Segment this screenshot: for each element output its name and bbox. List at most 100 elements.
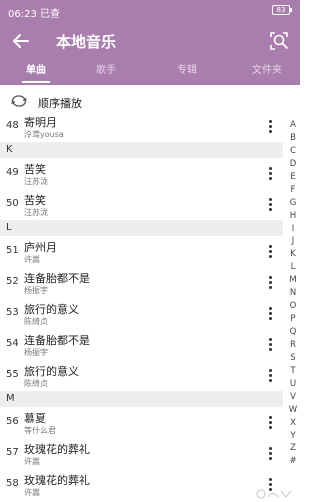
more-options-icon[interactable] xyxy=(267,306,273,322)
index-letter[interactable]: O xyxy=(286,300,300,313)
more-options-icon[interactable] xyxy=(267,337,273,353)
alphabet-index-bar[interactable]: A B C D E F G H I J K L M N O P Q R S T U V W X Y Z # xyxy=(286,119,300,502)
song-row[interactable]: 50 苦笑 汪苏泷 xyxy=(0,189,283,220)
tab-bar: 单曲 歌手 专辑 文件夹 xyxy=(0,60,300,85)
song-list[interactable]: 48 寄明月 泠鸢yousa K 49 苦笑 汪苏泷 50 苦笑 汪苏泷 L 51 庐州月 许嵩 52 连备胎… xyxy=(0,114,300,502)
index-letter[interactable]: T xyxy=(286,365,300,378)
index-letter[interactable]: W xyxy=(286,404,300,417)
section-header: M xyxy=(0,391,283,407)
track-number: 55 xyxy=(6,369,19,380)
more-options-icon[interactable] xyxy=(267,275,273,291)
tab-indicator xyxy=(22,81,50,83)
index-letter[interactable]: P xyxy=(286,313,300,326)
track-number: 58 xyxy=(6,478,19,489)
index-letter[interactable]: B xyxy=(286,132,300,145)
index-letter[interactable]: L xyxy=(286,261,300,274)
index-letter[interactable]: Z xyxy=(286,442,300,455)
repeat-icon xyxy=(11,95,27,107)
track-number: 48 xyxy=(6,120,19,131)
song-title: 苦笑 xyxy=(24,163,46,176)
song-row[interactable]: 48 寄明月 泠鸢yousa xyxy=(0,114,283,142)
index-letter[interactable]: # xyxy=(286,455,300,468)
index-letter[interactable]: U xyxy=(286,378,300,391)
index-letter[interactable]: J xyxy=(286,235,300,248)
index-letter[interactable]: V xyxy=(286,391,300,404)
song-title: 旅行的意义 xyxy=(24,303,79,316)
song-artist: 许嵩 xyxy=(24,488,40,497)
index-letter[interactable]: K xyxy=(286,248,300,261)
index-letter[interactable]: M xyxy=(286,274,300,287)
song-row[interactable]: 58 玫瑰花的葬礼 许嵩 xyxy=(0,469,283,500)
more-options-icon[interactable] xyxy=(267,446,273,462)
more-options-icon[interactable] xyxy=(267,166,273,182)
song-row[interactable]: 54 连备胎都不是 杨振宇 xyxy=(0,329,283,360)
index-letter[interactable]: C xyxy=(286,145,300,158)
song-row[interactable]: 53 旅行的意义 陈绮贞 xyxy=(0,298,283,329)
song-artist: 汪苏泷 xyxy=(24,177,48,186)
track-number: 52 xyxy=(6,276,19,287)
song-artist: 许嵩 xyxy=(24,457,40,466)
song-title: 庐州月 xyxy=(24,241,57,254)
section-header: K xyxy=(0,142,283,158)
song-title: 玫瑰花的葬礼 xyxy=(24,474,90,487)
play-mode-label: 顺序播放 xyxy=(38,97,82,110)
index-letter[interactable]: N xyxy=(286,287,300,300)
status-time: 06:23 已查 xyxy=(8,9,61,20)
song-artist: 杨振宇 xyxy=(24,348,48,357)
track-number: 53 xyxy=(6,307,19,318)
index-letter[interactable]: Y xyxy=(286,430,300,443)
index-letter[interactable]: Q xyxy=(286,326,300,339)
track-number: 57 xyxy=(6,447,19,458)
song-artist: 等什么君 xyxy=(24,426,56,435)
more-options-icon[interactable] xyxy=(267,119,273,135)
tab-artists[interactable]: 歌手 xyxy=(76,60,136,85)
index-letter[interactable]: H xyxy=(286,210,300,223)
page-title: 本地音乐 xyxy=(56,33,117,51)
song-row[interactable]: 49 苦笑 汪苏泷 xyxy=(0,158,283,189)
song-artist: 汪苏泷 xyxy=(24,208,48,217)
song-row[interactable]: 52 连备胎都不是 杨振宇 xyxy=(0,267,283,298)
index-letter[interactable]: A xyxy=(286,119,300,132)
tab-albums[interactable]: 专辑 xyxy=(157,60,217,85)
index-letter[interactable]: X xyxy=(286,417,300,430)
song-title: 玫瑰花的葬礼 xyxy=(24,443,90,456)
battery-icon: 83 xyxy=(272,5,292,15)
song-title: 旅行的意义 xyxy=(24,365,79,378)
song-artist: 陈绮贞 xyxy=(24,379,48,388)
index-letter[interactable]: D xyxy=(286,158,300,171)
index-letter[interactable]: F xyxy=(286,184,300,197)
arrow-left-icon[interactable] xyxy=(8,28,34,54)
section-header: L xyxy=(0,220,283,236)
song-artist: 杨振宇 xyxy=(24,286,48,295)
song-title: 苦笑 xyxy=(24,194,46,207)
index-letter[interactable]: E xyxy=(286,171,300,184)
song-row[interactable]: 51 庐州月 许嵩 xyxy=(0,236,283,267)
song-row[interactable]: 57 玫瑰花的葬礼 许嵩 xyxy=(0,438,283,469)
index-letter[interactable]: G xyxy=(286,197,300,210)
watermark-logo xyxy=(256,489,292,499)
song-title: 连备胎都不是 xyxy=(24,334,90,347)
play-mode-button[interactable]: 顺序播放 xyxy=(0,89,300,114)
song-title: 寄明月 xyxy=(24,116,57,129)
track-number: 51 xyxy=(6,245,19,256)
tab-folders[interactable]: 文件夹 xyxy=(237,60,297,85)
song-artist: 许嵩 xyxy=(24,255,40,264)
index-letter[interactable]: R xyxy=(286,339,300,352)
more-options-icon[interactable] xyxy=(267,368,273,384)
index-letter[interactable]: S xyxy=(286,352,300,365)
song-row[interactable]: 56 慕夏 等什么君 xyxy=(0,407,283,438)
song-list-content: 48 寄明月 泠鸢yousa K 49 苦笑 汪苏泷 50 苦笑 汪苏泷 L 51 庐州月 许嵩 52 连备胎… xyxy=(0,114,300,500)
more-options-icon[interactable] xyxy=(267,244,273,260)
index-letter[interactable]: I xyxy=(286,223,300,236)
more-options-icon[interactable] xyxy=(267,197,273,213)
song-title: 连备胎都不是 xyxy=(24,272,90,285)
status-bar: 06:23 已查 83 xyxy=(0,0,300,22)
more-options-icon[interactable] xyxy=(267,415,273,431)
song-title: 慕夏 xyxy=(24,412,46,425)
track-number: 49 xyxy=(6,167,19,178)
song-row[interactable]: 55 旅行的意义 陈绮贞 xyxy=(0,360,283,391)
song-artist: 陈绮贞 xyxy=(24,317,48,326)
search-icon[interactable] xyxy=(266,28,292,54)
track-number: 50 xyxy=(6,198,19,209)
song-artist: 泠鸢yousa xyxy=(24,130,64,139)
